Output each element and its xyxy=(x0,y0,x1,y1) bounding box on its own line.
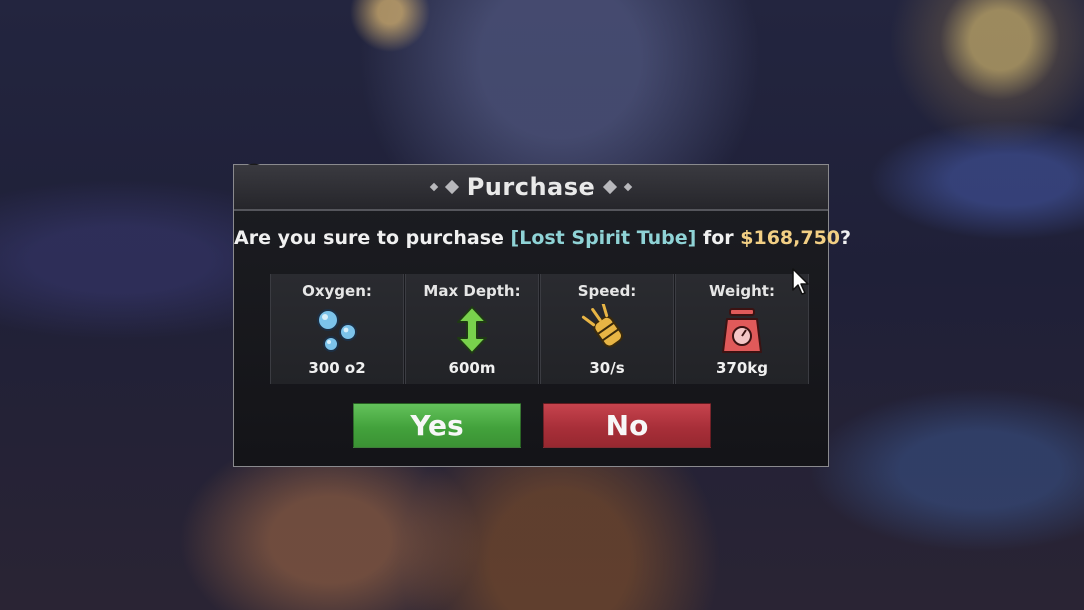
diamond-ornament-icon xyxy=(624,182,633,192)
question-mid: for xyxy=(696,227,741,249)
mouse-cursor-icon xyxy=(792,268,809,295)
stat-label: Oxygen: xyxy=(302,282,372,300)
stat-speed: Speed: 30/s xyxy=(540,274,674,384)
weight-scale-icon xyxy=(722,308,762,353)
diamond-ornament-icon xyxy=(603,179,618,195)
depth-arrows-icon xyxy=(457,306,487,354)
stat-label: Max Depth: xyxy=(423,282,521,300)
dialog-title-bar: Purchase xyxy=(234,165,828,211)
stat-label: Speed: xyxy=(577,282,637,300)
stat-oxygen: Oxygen: 300 o2 xyxy=(270,274,404,384)
stat-label: Weight: xyxy=(709,282,775,300)
game-background: Purchase Are you sure to purchase [Lost … xyxy=(0,0,1084,610)
stat-value: 30/s xyxy=(589,359,625,377)
question-suffix: ? xyxy=(840,227,852,249)
yes-button[interactable]: Yes xyxy=(353,403,521,448)
stat-value: 300 o2 xyxy=(308,359,366,377)
diamond-ornament-icon xyxy=(444,179,459,195)
diamond-ornament-icon xyxy=(429,182,438,192)
no-button[interactable]: No xyxy=(543,403,711,448)
oxygen-bubbles-icon xyxy=(317,309,357,352)
purchase-question: Are you sure to purchase [Lost Spirit Tu… xyxy=(234,227,851,249)
stat-weight: Weight: 370kg xyxy=(675,274,809,384)
item-price: $168,750 xyxy=(740,227,841,249)
stat-value: 600m xyxy=(448,359,496,377)
stat-value: 370kg xyxy=(715,359,769,377)
purchase-dialog: Purchase Are you sure to purchase [Lost … xyxy=(233,163,851,467)
item-name: [Lost Spirit Tube] xyxy=(510,227,697,249)
stats-panel: Oxygen: 300 o2 Max Depth: 600m Speed: 30… xyxy=(270,274,810,384)
propeller-icon xyxy=(581,304,624,348)
dialog-buttons: Yes No xyxy=(353,403,711,448)
question-prefix: Are you sure to purchase xyxy=(234,227,511,249)
stat-max-depth: Max Depth: 600m xyxy=(405,274,539,384)
dialog-title: Purchase xyxy=(466,173,596,201)
